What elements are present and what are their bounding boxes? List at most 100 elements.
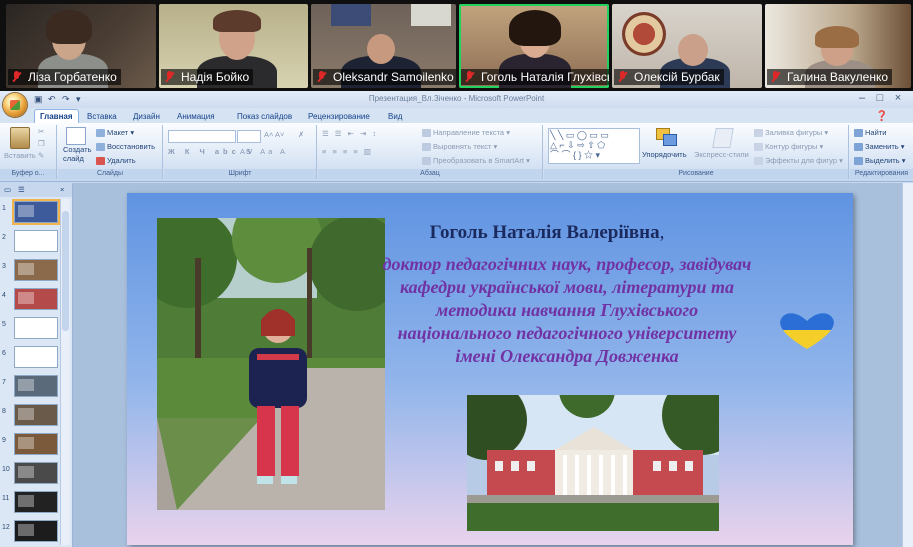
text-direction-button[interactable]: Направление текста ▾ (422, 128, 510, 138)
fill-icon (754, 129, 763, 138)
group-paragraph: ☰ ☰ ⇤ ⇥ ↕ ≡ ≡ ≡ ≡ ▥ Направление текста ▾… (318, 125, 543, 179)
slide-thumbnail[interactable] (14, 462, 58, 484)
slide-thumbnail[interactable] (14, 491, 58, 513)
delete-icon (96, 157, 105, 166)
participant-name: Oleksandr Samoilenko (313, 69, 456, 85)
thumbnail-image (18, 321, 34, 333)
office-button[interactable] (3, 93, 27, 117)
participant-tile-active[interactable]: Гоголь Наталія Глухівсь... (459, 4, 609, 88)
new-slide-button[interactable]: Создать слайд (63, 145, 93, 163)
shapes-gallery[interactable]: ╲ ╲ ▭ ◯ ▭ ▭ △ ⌐ ⇩ ⇨ ⇧ ⬠ ⌒ ⌒ { } ☆ ▾ (548, 128, 640, 164)
help-icon[interactable]: ❓ (871, 110, 893, 123)
shape-outline-button[interactable]: Контур фигуры ▾ (754, 142, 823, 152)
align-text-icon (422, 143, 431, 152)
slide-thumbnail[interactable] (14, 317, 58, 339)
font-more-buttons[interactable]: AV Aa A (240, 147, 288, 156)
find-button[interactable]: Найти (854, 128, 886, 138)
slide-title: Гоголь Наталія Валеріївна, (429, 222, 665, 243)
layout-button[interactable]: Макет ▾ (96, 128, 134, 138)
tab-slideshow[interactable]: Показ слайдов (232, 110, 297, 123)
thumbnail-image (18, 379, 34, 391)
paste-icon (10, 127, 30, 149)
close-pane-icon[interactable]: × (60, 185, 64, 194)
participant-tile[interactable]: Надія Бойко (159, 4, 308, 88)
select-icon (854, 157, 863, 166)
group-drawing: ╲ ╲ ▭ ◯ ▭ ▭ △ ⌐ ⇩ ⇨ ⇧ ⬠ ⌒ ⌒ { } ☆ ▾ Упоряд… (544, 125, 849, 179)
font-family-select[interactable] (168, 130, 236, 143)
participant-name: Олексій Бурбак (614, 69, 724, 85)
tab-animation[interactable]: Анимация (172, 110, 220, 123)
mic-muted-icon (315, 70, 329, 84)
arrange-button[interactable]: Упорядочить (642, 150, 687, 159)
thumbnail-image (18, 205, 34, 217)
group-label: Буфер о... (0, 169, 56, 179)
smartart-icon (422, 157, 431, 166)
format-painter-icon[interactable]: ✎ (38, 151, 44, 160)
smartart-button[interactable]: Преобразовать в SmartArt ▾ (422, 156, 530, 166)
align-text-button[interactable]: Выровнять текст ▾ (422, 142, 497, 152)
group-label: Редактирования (850, 169, 913, 179)
tab-view[interactable]: Вид (383, 110, 407, 123)
scroll-thumb[interactable] (62, 211, 69, 331)
shape-fill-button[interactable]: Заливка фигуры ▾ (754, 128, 828, 138)
cut-icon[interactable]: ✂ (38, 127, 44, 136)
align-buttons[interactable]: ≡ ≡ ≡ ≡ ▥ (322, 147, 373, 156)
thumbnail-number: 8 (2, 408, 6, 415)
tab-insert[interactable]: Вставка (82, 110, 122, 123)
group-label: Слайды (58, 169, 162, 179)
slide-thumbnail[interactable] (14, 433, 58, 455)
participant-tile[interactable]: Олексій Бурбак (612, 4, 762, 88)
outline-tab-icon[interactable]: ☰ (18, 185, 25, 194)
participant-name: Ліза Горбатенко (8, 69, 121, 85)
participant-tile[interactable]: Ліза Горбатенко (6, 4, 156, 88)
thumbnail-number: 7 (2, 379, 6, 386)
slide-thumbnail[interactable] (14, 230, 58, 252)
clear-format-icon[interactable]: ✗ (298, 130, 304, 139)
maximize-button[interactable]: □ (873, 92, 887, 104)
copy-icon[interactable]: ❐ (38, 139, 45, 148)
participant-tile[interactable]: Oleksandr Samoilenko (311, 4, 456, 88)
thumbnail-image (18, 234, 34, 246)
participant-tile[interactable]: Галина Вакуленко (765, 4, 911, 88)
thumbnail-number: 9 (2, 437, 6, 444)
mic-muted-icon (10, 70, 24, 84)
slides-tab-icon[interactable]: ▭ (4, 185, 11, 194)
tab-design[interactable]: Дизайн (128, 110, 165, 123)
grow-font-icon[interactable]: A˄ A˅ (264, 130, 284, 139)
reset-button[interactable]: Восстановить (96, 142, 155, 152)
slide-thumbnail[interactable] (14, 520, 58, 542)
thumbnail-image (18, 263, 34, 275)
list-buttons[interactable]: ☰ ☰ ⇤ ⇥ ↕ (322, 129, 378, 138)
thumbnail-number: 11 (2, 495, 10, 502)
select-button[interactable]: Выделить ▾ (854, 156, 905, 166)
font-size-select[interactable] (237, 130, 261, 143)
pane-scrollbar[interactable] (60, 199, 70, 545)
group-slides: Создать слайд Макет ▾ Восстановить Удали… (58, 125, 163, 179)
shape-effects-button[interactable]: Эффекты для фигур ▾ (754, 156, 843, 166)
thumbnail-image (18, 408, 34, 420)
tab-home[interactable]: Главная (34, 109, 79, 123)
ribbon-tabs: Главная Вставка Дизайн Анимация Показ сл… (0, 108, 913, 123)
slide-thumbnail[interactable] (14, 404, 58, 426)
tab-review[interactable]: Рецензирование (303, 110, 375, 123)
thumbnail-number: 6 (2, 350, 6, 357)
slide-canvas[interactable]: Гоголь Наталія Валеріївна, доктор педаго… (127, 193, 853, 545)
new-slide-icon (66, 127, 86, 145)
slide-thumbnail[interactable] (14, 288, 58, 310)
slide-thumbnail[interactable] (14, 346, 58, 368)
slide-thumbnail[interactable] (12, 199, 60, 225)
minimize-button[interactable]: – (855, 92, 869, 104)
paste-button[interactable]: Вставить (4, 151, 36, 160)
slide-thumbnail[interactable] (14, 375, 58, 397)
replace-button[interactable]: Заменить ▾ (854, 142, 905, 152)
close-button[interactable]: × (891, 92, 905, 104)
slide-thumbnail[interactable] (14, 259, 58, 281)
quick-styles-icon (712, 128, 734, 148)
delete-slide-button[interactable]: Удалить (96, 156, 136, 166)
window-title: Презентация_Вл.Зіченко - Microsoft Power… (368, 94, 545, 103)
reset-icon (96, 143, 105, 152)
participant-name: Галина Вакуленко (767, 69, 892, 85)
quick-styles-button[interactable]: Экспресс-стили (694, 150, 749, 159)
editor-scrollbar[interactable] (902, 183, 913, 547)
mic-muted-icon (769, 70, 783, 84)
